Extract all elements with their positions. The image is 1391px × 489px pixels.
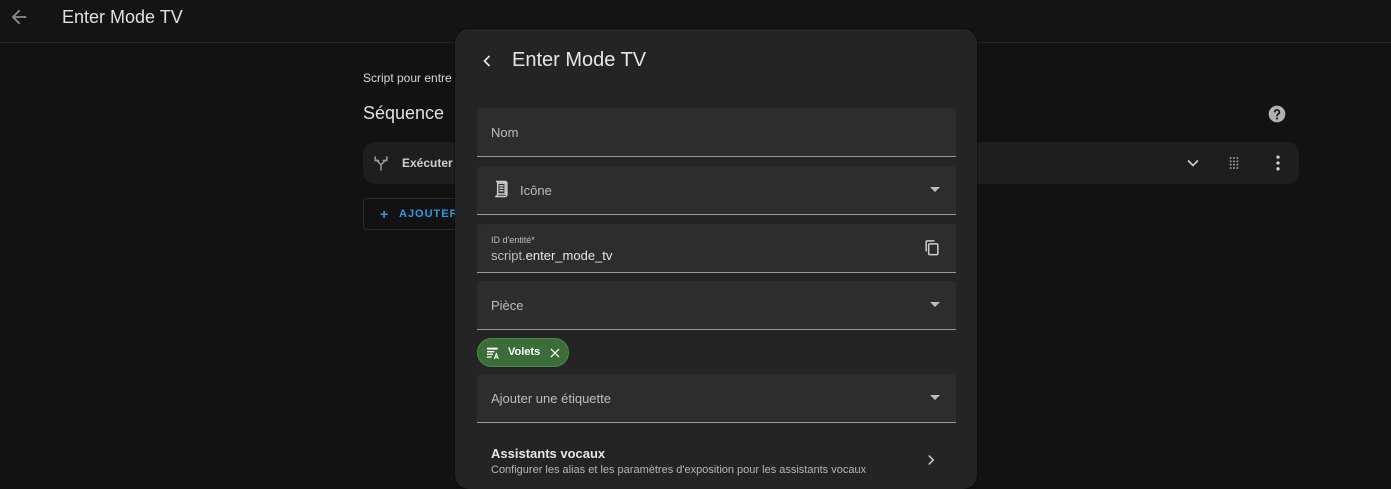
- branch-icon: [371, 153, 391, 173]
- section-title: Séquence: [363, 103, 445, 123]
- rename-dialog: Enter Mode TV Nom Icône ID d'entité* scr…: [455, 29, 977, 489]
- dropdown-icon: [930, 302, 940, 307]
- action-label: Exécuter: [402, 156, 453, 170]
- copy-icon[interactable]: [922, 238, 942, 258]
- voice-assistants-title: Assistants vocaux: [491, 446, 606, 461]
- entity-id-text: enter_mode_tv: [525, 248, 613, 263]
- label-icon: [485, 345, 501, 361]
- voice-assistants-row[interactable]: Assistants vocaux Configurer les alias e…: [477, 431, 956, 489]
- more-vertical-icon[interactable]: [1268, 153, 1288, 173]
- add-label-text: Ajouter une étiquette: [491, 391, 611, 406]
- chevron-down-icon[interactable]: [1183, 153, 1203, 173]
- dropdown-icon: [930, 187, 940, 192]
- icon-picker-label: Icône: [520, 183, 552, 198]
- icon-picker[interactable]: Icône: [477, 166, 956, 215]
- arrow-left-icon[interactable]: [8, 6, 30, 28]
- area-picker[interactable]: Pièce: [477, 281, 956, 330]
- voice-assistants-description: Configurer les alias et les paramètres d…: [491, 464, 867, 476]
- name-field[interactable]: Nom: [477, 108, 956, 157]
- plus-icon: +: [380, 206, 390, 222]
- script-description: Script pour entre: [363, 71, 452, 85]
- page-title: Enter Mode TV: [62, 7, 183, 27]
- name-field-label: Nom: [491, 125, 519, 140]
- script-icon: [491, 179, 511, 199]
- drag-handle-icon[interactable]: [1224, 153, 1244, 173]
- add-label-picker[interactable]: Ajouter une étiquette: [477, 374, 956, 423]
- entity-id-label: ID d'entité*: [491, 235, 535, 245]
- close-icon[interactable]: [548, 346, 562, 360]
- entity-id-value: script.enter_mode_tv: [491, 248, 612, 263]
- chevron-right-icon: [922, 451, 940, 469]
- entity-id-field[interactable]: ID d'entité* script.enter_mode_tv: [477, 224, 956, 273]
- entity-id-prefix: script.: [491, 248, 526, 263]
- dropdown-icon: [930, 395, 940, 400]
- chip-label: Volets: [508, 346, 541, 358]
- help-icon[interactable]: [1267, 104, 1287, 124]
- chevron-left-icon[interactable]: [477, 51, 497, 71]
- add-action-label: AJOUTER: [399, 208, 459, 220]
- area-picker-label: Pièce: [491, 298, 524, 313]
- dialog-title: Enter Mode TV: [512, 49, 647, 71]
- label-chip[interactable]: Volets: [477, 338, 569, 367]
